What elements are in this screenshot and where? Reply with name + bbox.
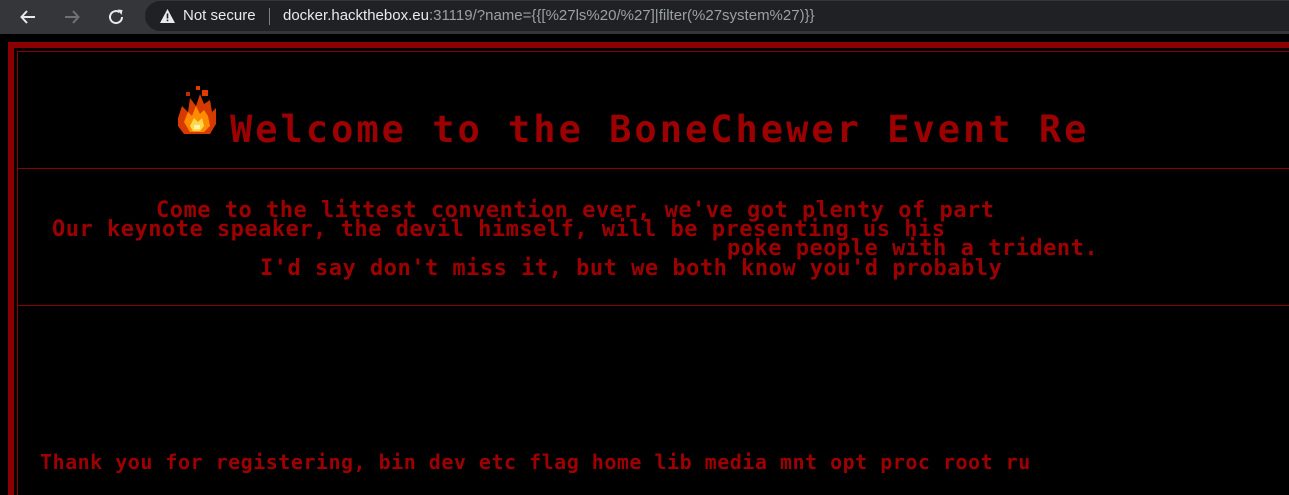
divider-top: [17, 168, 1289, 169]
fire-icon: [178, 86, 216, 134]
back-button[interactable]: [14, 3, 42, 31]
reload-icon: [109, 9, 124, 25]
reload-button[interactable]: [102, 3, 130, 31]
page-content: Welcome to the BoneChewer Event Re Come …: [0, 34, 1289, 495]
divider-bottom: [17, 305, 1289, 306]
browser-toolbar: Not secure docker.hackthebox.eu:31119/?n…: [0, 0, 1289, 34]
registration-result-text: Thank you for registering, bin dev etc f…: [40, 450, 1031, 474]
description-line-4: I'd say don't miss it, but we both know …: [260, 256, 1003, 281]
forward-button[interactable]: [58, 3, 86, 31]
url-host: docker.hackthebox.eu: [283, 7, 429, 24]
page-title: Welcome to the BoneChewer Event Re: [230, 108, 1090, 151]
address-bar[interactable]: Not secure docker.hackthebox.eu:31119/?n…: [145, 1, 1289, 31]
back-arrow-icon: [20, 10, 35, 24]
url-text[interactable]: docker.hackthebox.eu:31119/?name={{[%27l…: [283, 7, 815, 24]
security-status-label[interactable]: Not secure: [183, 7, 256, 24]
address-divider: [269, 8, 270, 25]
forward-arrow-icon: [65, 10, 80, 24]
warning-icon[interactable]: [159, 8, 176, 24]
url-path: :31119/?name={{[%27ls%20/%27]|filter(%27…: [428, 7, 815, 24]
